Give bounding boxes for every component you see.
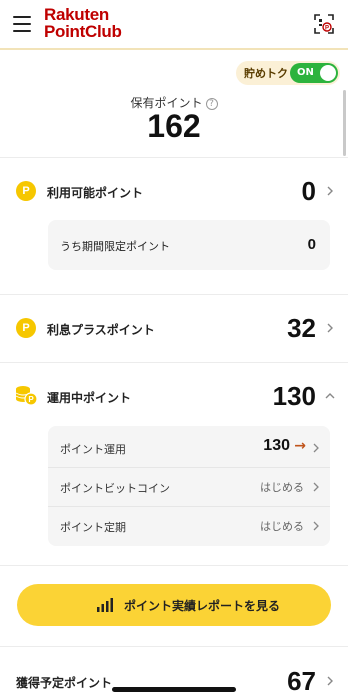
limited-points-box: うち期間限定ポイント 0 bbox=[48, 220, 330, 270]
upcoming-points-row[interactable]: 獲得予定ポイント 67 bbox=[0, 656, 348, 700]
point-fixed-term-row[interactable]: ポイント定期 はじめる bbox=[48, 506, 330, 546]
operating-points-detail: ポイント運用 130 → ポイントビットコイン はじめる ポイント定期 はじめる bbox=[48, 426, 330, 546]
divider bbox=[0, 646, 348, 647]
logo-line-2: PointClub bbox=[44, 22, 122, 41]
point-investment-value: 130 bbox=[263, 437, 290, 454]
operating-points-label: 運用中ポイント bbox=[47, 391, 132, 405]
toggle-knob bbox=[320, 65, 336, 81]
chevron-up-icon bbox=[325, 393, 335, 399]
rakuten-pointclub-logo[interactable]: Rakuten PointClub bbox=[44, 6, 122, 40]
qr-scan-icon[interactable]: P bbox=[314, 14, 334, 34]
svg-text:P: P bbox=[28, 395, 34, 404]
interest-point-icon: P bbox=[16, 318, 36, 338]
hamburger-icon[interactable] bbox=[13, 16, 31, 32]
toggle-switch[interactable]: ON bbox=[290, 63, 338, 83]
points-report-button[interactable]: ポイント実績レポートを見る bbox=[17, 584, 331, 626]
divider bbox=[0, 294, 348, 295]
upcoming-points-value: 67 bbox=[287, 666, 316, 696]
interest-points-value: 32 bbox=[287, 313, 316, 343]
operating-coins-icon: P bbox=[15, 386, 38, 406]
bar-chart-icon bbox=[97, 598, 113, 612]
upcoming-points-label: 獲得予定ポイント bbox=[16, 676, 113, 690]
chevron-right-icon bbox=[327, 323, 333, 333]
point-fixed-term-start: はじめる bbox=[260, 520, 304, 533]
available-points-value: 0 bbox=[301, 176, 316, 206]
divider bbox=[0, 157, 348, 158]
interest-points-label: 利息プラスポイント bbox=[47, 323, 155, 337]
logo-line-1: Rakuten bbox=[44, 5, 109, 24]
holding-points-value: 162 bbox=[147, 108, 201, 144]
divider bbox=[0, 362, 348, 363]
tame-toku-label: 貯めトク bbox=[244, 67, 288, 80]
operating-points-row[interactable]: P 運用中ポイント 130 bbox=[0, 371, 348, 421]
interest-points-row[interactable]: P 利息プラスポイント 32 bbox=[0, 303, 348, 353]
point-coin-icon: P bbox=[16, 181, 36, 201]
operating-points-value: 130 bbox=[272, 381, 316, 411]
svg-text:P: P bbox=[325, 26, 329, 32]
home-indicator[interactable] bbox=[112, 687, 236, 692]
toggle-state-text: ON bbox=[297, 67, 314, 78]
trend-arrow-icon: → bbox=[294, 438, 306, 454]
chevron-right-icon bbox=[313, 443, 319, 453]
chevron-right-icon bbox=[313, 482, 319, 492]
tame-toku-toggle[interactable]: 貯めトク ON bbox=[236, 61, 340, 85]
limited-points-value: 0 bbox=[307, 236, 316, 253]
limited-points-label: うち期間限定ポイント bbox=[60, 240, 170, 253]
divider bbox=[0, 565, 348, 566]
app-header: Rakuten PointClub P bbox=[0, 0, 348, 50]
scrollbar[interactable] bbox=[343, 90, 346, 156]
chevron-right-icon bbox=[327, 186, 333, 196]
point-investment-row[interactable]: ポイント運用 130 → bbox=[48, 428, 330, 468]
chevron-right-icon bbox=[313, 521, 319, 531]
points-report-label: ポイント実績レポートを見る bbox=[124, 599, 281, 613]
point-bitcoin-label: ポイントビットコイン bbox=[60, 482, 170, 495]
chevron-right-icon bbox=[327, 676, 333, 686]
point-bitcoin-start: はじめる bbox=[260, 481, 304, 494]
point-bitcoin-row[interactable]: ポイントビットコイン はじめる bbox=[48, 467, 330, 507]
point-fixed-term-label: ポイント定期 bbox=[60, 521, 126, 534]
available-points-label: 利用可能ポイント bbox=[47, 186, 144, 200]
point-investment-label: ポイント運用 bbox=[60, 443, 126, 456]
available-points-row[interactable]: P 利用可能ポイント 0 bbox=[0, 166, 348, 216]
